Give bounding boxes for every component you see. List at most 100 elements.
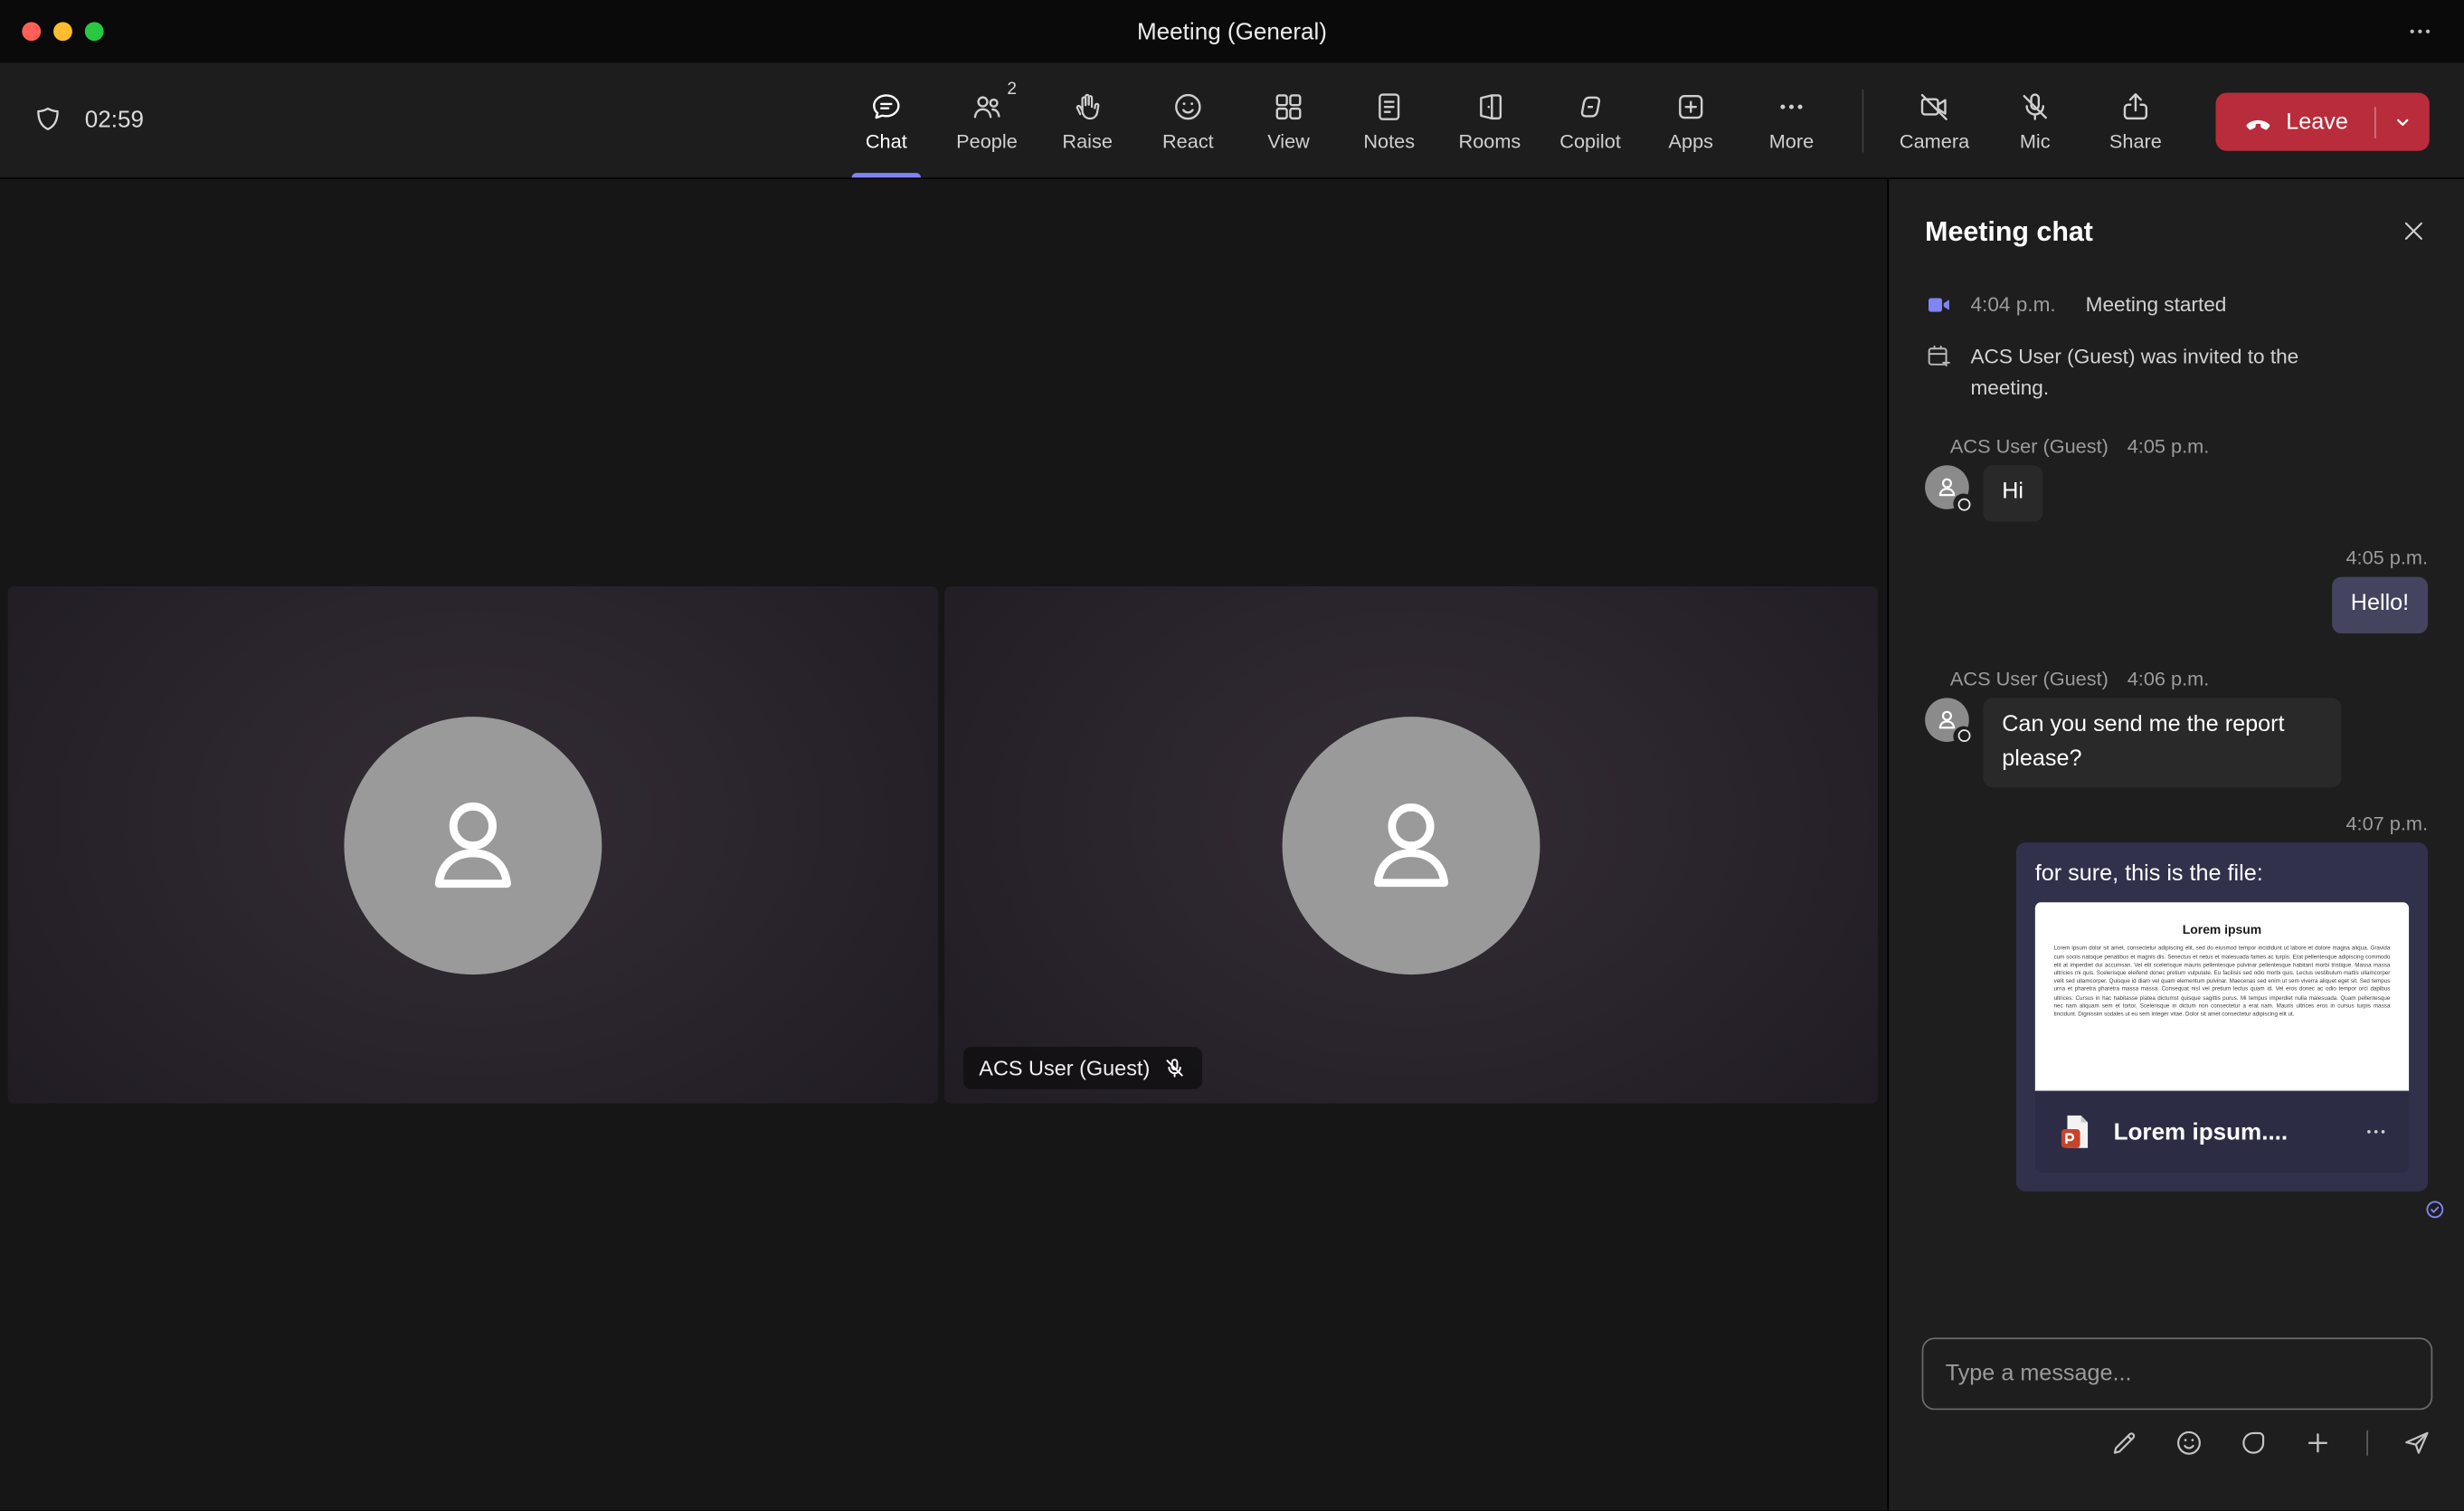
- message-input-box[interactable]: [1921, 1337, 2433, 1411]
- tab-react[interactable]: React: [1138, 62, 1238, 177]
- mic-button[interactable]: Mic: [1985, 62, 2085, 177]
- person-silhouette-icon: [434, 801, 511, 888]
- message-author: ACS User (Guest): [1949, 668, 2109, 690]
- video-camera-icon: [1925, 290, 1953, 318]
- message-group-outgoing-1: 4:05 p.m. Hello!: [1925, 547, 2436, 633]
- video-tile-participant-2[interactable]: ACS User (Guest): [944, 585, 1879, 1104]
- avatar: [1282, 716, 1540, 974]
- read-receipt-icon: [1925, 1200, 2445, 1221]
- avatar: [1925, 698, 1974, 747]
- message-time: 4:07 p.m.: [2346, 813, 2429, 836]
- tab-copilot-label: Copilot: [1559, 129, 1621, 152]
- chat-event-user-invited: ACS User (Guest) was invited to the meet…: [1925, 341, 2436, 404]
- message-time: 4:06 p.m.: [2127, 668, 2210, 690]
- titlebar: Meeting (General): [0, 0, 2464, 63]
- message-row: Hi: [1925, 465, 2436, 523]
- tab-apps[interactable]: Apps: [1641, 62, 1741, 177]
- person-silhouette-icon: [1373, 803, 1449, 887]
- share-screen-icon: [2118, 89, 2153, 123]
- tab-rooms[interactable]: Rooms: [1439, 62, 1540, 177]
- leave-button-label: Leave: [2286, 109, 2348, 135]
- format-pen-icon[interactable]: [2109, 1427, 2140, 1459]
- chat-bubble-incoming: Can you send me the report please?: [1983, 698, 2342, 789]
- camera-button[interactable]: Camera: [1884, 62, 1985, 177]
- calendar-add-icon: [1925, 343, 1953, 371]
- message-row: Can you send me the report please?: [1925, 698, 2436, 789]
- send-message-icon[interactable]: [2402, 1427, 2433, 1459]
- tab-notes-label: Notes: [1363, 129, 1416, 152]
- window-more-icon[interactable]: [2404, 0, 2436, 62]
- tab-apps-label: Apps: [1668, 129, 1714, 152]
- tab-copilot[interactable]: Copilot: [1540, 62, 1640, 177]
- video-tile-participant-1[interactable]: [7, 585, 939, 1104]
- tab-raise[interactable]: Raise: [1038, 62, 1138, 177]
- chat-icon: [869, 89, 904, 123]
- message-time: 4:05 p.m.: [2346, 546, 2429, 570]
- file-attachment-row[interactable]: Lorem ipsum....: [2034, 1091, 2410, 1174]
- tab-chat-label: Chat: [865, 129, 907, 152]
- file-preview-thumbnail[interactable]: Lorem ipsum Lorem ipsum dolor sit amet, …: [2034, 902, 2410, 1092]
- shield-icon: [32, 104, 64, 137]
- message-group-outgoing-2: 4:07 p.m. for sure, this is the file: Lo…: [1925, 813, 2444, 1221]
- rooms-door-icon: [1473, 89, 1507, 123]
- meeting-chat-panel: Meeting chat 4:04 p.m. Meeting started A…: [1887, 179, 2464, 1511]
- chat-bubble-outgoing: Hello!: [2331, 576, 2429, 633]
- message-input[interactable]: [1945, 1361, 2410, 1387]
- tab-people[interactable]: People 2: [936, 62, 1037, 177]
- leave-options-chevron[interactable]: [2376, 92, 2430, 150]
- message-group-incoming-2: ACS User (Guest) 4:06 p.m. Can you send …: [1925, 668, 2436, 789]
- chat-composer: [1921, 1337, 2433, 1459]
- event-text: ACS User (Guest) was invited to the meet…: [1970, 344, 2299, 400]
- meeting-toolbar: 02:59 Chat People 2 Raise React View Not…: [0, 62, 2464, 180]
- chat-bubble-outgoing-card: for sure, this is the file: Lorem ipsum …: [2015, 842, 2429, 1193]
- meeting-timer: 02:59: [84, 107, 145, 134]
- tab-more[interactable]: More: [1741, 62, 1842, 177]
- close-chat-icon[interactable]: [2400, 217, 2428, 245]
- tab-react-label: React: [1161, 129, 1214, 152]
- leave-split-button: Leave: [2215, 92, 2430, 151]
- teams-window: Meeting (General) 02:59 Chat People 2 Ra…: [0, 0, 2464, 1511]
- message-group-incoming-1: ACS User (Guest) 4:05 p.m. Hi: [1925, 435, 2436, 523]
- apps-plus-icon: [1673, 89, 1708, 123]
- composer-divider: [2366, 1430, 2369, 1456]
- notes-document-icon: [1372, 89, 1407, 123]
- file-preview-title: Lorem ipsum: [2182, 923, 2262, 938]
- tab-rooms-label: Rooms: [1458, 129, 1521, 152]
- tab-notes[interactable]: Notes: [1339, 62, 1439, 177]
- tab-chat[interactable]: Chat: [836, 62, 936, 178]
- hangup-phone-icon: [2242, 106, 2274, 138]
- emoji-icon[interactable]: [2174, 1427, 2205, 1459]
- camera-off-icon: [1917, 89, 1951, 123]
- presence-badge: [1953, 726, 1974, 747]
- leave-button[interactable]: Leave: [2216, 92, 2374, 150]
- avatar: [1925, 465, 1974, 515]
- toolbar-tabs: Chat People 2 Raise React View Notes Roo…: [836, 62, 1842, 178]
- tab-more-label: More: [1768, 129, 1815, 152]
- tab-view-label: View: [1267, 129, 1310, 152]
- participant-name: ACS User (Guest): [979, 1056, 1151, 1080]
- attach-plus-icon[interactable]: [2302, 1427, 2334, 1459]
- more-ellipsis-icon: [1774, 89, 1808, 123]
- participant-name-tag: ACS User (Guest): [962, 1047, 1202, 1089]
- attachment-more-icon[interactable]: [2362, 1118, 2390, 1146]
- tab-people-label: People: [956, 129, 1018, 152]
- meeting-stage: ACS User (Guest): [0, 179, 1888, 1511]
- tab-view[interactable]: View: [1238, 62, 1339, 177]
- event-text: Meeting started: [2085, 292, 2227, 317]
- chat-panel-title: Meeting chat: [1925, 215, 2093, 247]
- file-preview-body: Lorem ipsum dolor sit amet, consectetur …: [2053, 945, 2391, 1018]
- share-button[interactable]: Share: [2085, 62, 2185, 177]
- loop-icon[interactable]: [2238, 1427, 2270, 1459]
- file-type-icon: [2054, 1110, 2099, 1155]
- message-header: ACS User (Guest) 4:06 p.m.: [1925, 668, 2436, 689]
- view-grid-icon: [1271, 89, 1305, 123]
- mic-off-icon: [2018, 89, 2052, 123]
- avatar: [344, 716, 602, 974]
- copilot-icon: [1573, 89, 1607, 123]
- file-attachment-card[interactable]: Lorem ipsum Lorem ipsum dolor sit amet, …: [2034, 902, 2410, 1174]
- raise-hand-icon: [1070, 89, 1104, 123]
- message-author: ACS User (Guest): [1949, 435, 2109, 459]
- presence-badge: [1953, 494, 1974, 515]
- toolbar-separator: [1862, 90, 1864, 153]
- file-name: Lorem ipsum....: [2113, 1118, 2289, 1146]
